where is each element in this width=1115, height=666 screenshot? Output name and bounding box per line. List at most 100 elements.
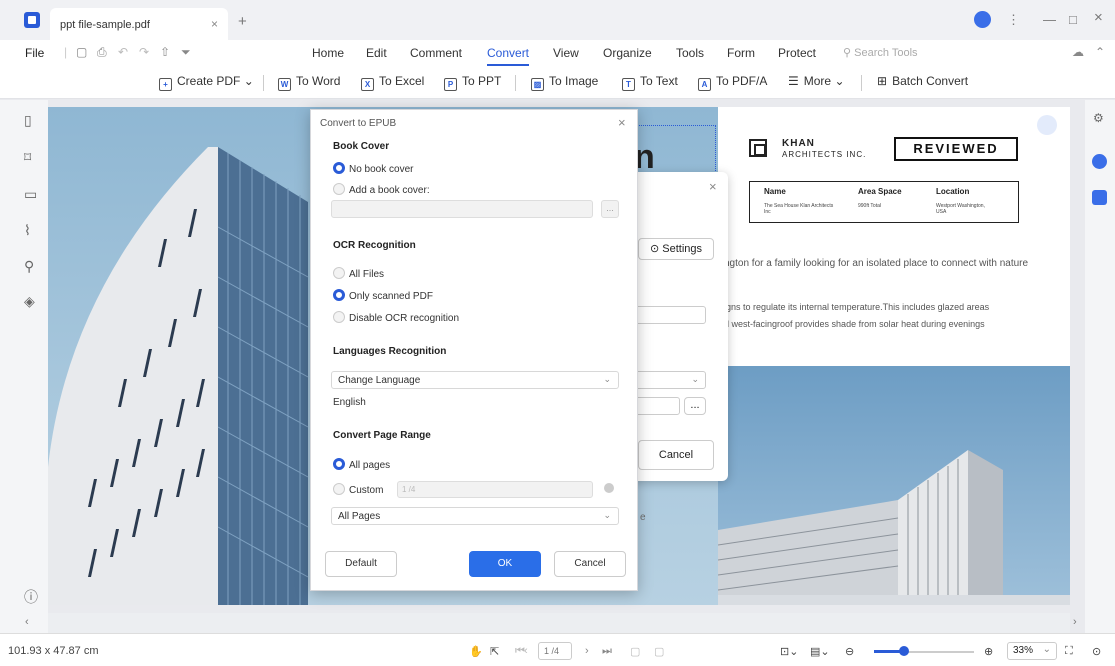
maximize-button[interactable]: □ [1069, 12, 1077, 27]
book-cover-browse-button[interactable]: ... [601, 200, 619, 218]
collapse-ribbon-icon[interactable]: ⌃ [1095, 45, 1105, 59]
cloud-icon[interactable]: ☁ [1072, 45, 1084, 59]
page-thumbnails-icon[interactable]: ▯ [24, 112, 32, 129]
properties-icon[interactable]: ⚙ [1093, 111, 1104, 125]
all-pages-radio[interactable]: All pages [333, 458, 390, 471]
chevron-down-icon: ⌄ [603, 374, 611, 384]
no-book-cover-radio[interactable]: No book cover [333, 162, 413, 175]
search-tools-field[interactable]: ⚲ Search Tools [843, 46, 918, 59]
table-cell: The Sea House Klan Architects Inc [764, 203, 834, 215]
zoom-slider-handle[interactable] [899, 646, 909, 656]
create-pdf-button[interactable]: + Create PDF ⌄ [159, 74, 254, 91]
fullscreen-icon[interactable]: ⛶ [1065, 645, 1073, 658]
print-icon[interactable]: ⎙ [97, 45, 107, 60]
ocr-only-scanned-radio[interactable]: Only scanned PDF [333, 289, 433, 302]
ocr-all-files-radio[interactable]: All Files [333, 267, 384, 280]
minimize-button[interactable]: — [1043, 12, 1056, 27]
single-page-view-icon[interactable]: ▢ [630, 645, 640, 658]
comment-icon[interactable]: ▭ [24, 186, 37, 203]
user-avatar[interactable] [974, 11, 991, 28]
background-browse-button[interactable]: ... [684, 397, 706, 415]
page-range-dropdown[interactable]: All Pages ⌄ [331, 507, 619, 525]
save-icon[interactable]: ▢ [76, 45, 87, 59]
ai-assistant-icon[interactable] [1092, 154, 1107, 169]
fit-page-icon[interactable]: ⊡⌄ [780, 645, 798, 658]
help-icon[interactable]: ⓘ [24, 587, 38, 607]
horizontal-scrollbar[interactable]: ‹ › [25, 613, 1077, 633]
background-cancel-button[interactable]: Cancel [638, 440, 714, 470]
search-icon[interactable]: ⚲ [24, 258, 34, 275]
share-icon[interactable]: ⇧ [160, 45, 170, 59]
page-number-input[interactable]: 1 /4 [538, 642, 572, 660]
undo-icon[interactable]: ↶ [118, 45, 128, 59]
info-table: Name Area Space Location The Sea House K… [749, 181, 1019, 223]
two-page-view-icon[interactable]: ▢ [654, 645, 664, 658]
scroll-left-icon[interactable]: ‹ [25, 616, 29, 628]
redo-icon[interactable]: ↷ [139, 45, 149, 59]
more-options-icon[interactable]: ⋮ [1007, 12, 1020, 28]
zoom-out-icon[interactable]: ⊖ [845, 645, 854, 658]
custom-range-input[interactable]: 1 /4 [397, 481, 593, 498]
khan-logo-subtitle: ARCHITECTS INC. [782, 150, 867, 159]
background-dialog-close-icon[interactable]: × [709, 179, 717, 194]
zoom-in-icon[interactable]: ⊕ [984, 645, 993, 658]
book-cover-heading: Book Cover [333, 141, 390, 152]
next-page-icon[interactable]: › [585, 645, 589, 657]
batch-convert-button[interactable]: ⊞ Batch Convert [877, 74, 968, 88]
close-window-button[interactable]: × [1094, 9, 1103, 26]
menu-organize[interactable]: Organize [603, 46, 652, 60]
more-view-options-icon[interactable]: ⊙ [1092, 645, 1101, 658]
radio-empty-icon [333, 267, 345, 279]
attachment-icon[interactable]: ⌇ [24, 222, 31, 239]
document-tab[interactable]: ppt file-sample.pdf × [50, 8, 228, 40]
custom-range-radio[interactable]: Custom [333, 483, 383, 496]
more-formats-button[interactable]: ☰ More ⌄ [788, 74, 845, 88]
last-page-icon[interactable]: ⏭ [602, 645, 612, 658]
menu-view[interactable]: View [553, 46, 579, 60]
menu-protect[interactable]: Protect [778, 46, 816, 60]
default-button[interactable]: Default [325, 551, 397, 577]
previous-page-icon[interactable]: ‹ [524, 645, 528, 657]
menu-file[interactable]: File [25, 46, 44, 60]
tab-close-icon[interactable]: × [211, 17, 218, 31]
to-image-button[interactable]: ▨ To Image [531, 74, 598, 91]
image-icon: ▨ [531, 78, 544, 91]
menu-edit[interactable]: Edit [366, 46, 387, 60]
ok-button[interactable]: OK [469, 551, 541, 577]
to-excel-button[interactable]: X To Excel [361, 74, 424, 91]
plus-icon: + [159, 78, 172, 91]
language-dropdown[interactable]: Change Language ⌄ [331, 371, 619, 389]
layers-icon[interactable]: ◈ [24, 293, 35, 310]
dialog-close-icon[interactable]: × [618, 115, 626, 130]
ocr-disable-radio[interactable]: Disable OCR recognition [333, 311, 459, 324]
background-dialog: × ⊙ Settings ⌄ ... Cancel [616, 172, 728, 481]
selection-outline [634, 125, 716, 175]
status-bar: 101.93 x 47.87 cm ✋ ⇱ ⏮ ‹ 1 /4 › ⏭ ▢ ▢ ⊡… [0, 633, 1115, 666]
customize-toolbar-icon[interactable]: ⏷ [181, 45, 191, 60]
bookmark-icon[interactable]: ⌑ [24, 149, 31, 166]
menu-tools[interactable]: Tools [676, 46, 704, 60]
settings-button[interactable]: ⊙ Settings [638, 238, 714, 260]
new-tab-button[interactable]: + [238, 13, 247, 30]
document-text-fragment: e [640, 512, 646, 523]
to-text-button[interactable]: T To Text [622, 74, 678, 91]
hand-tool-icon[interactable]: ✋ [469, 645, 483, 658]
to-word-button[interactable]: W To Word [278, 74, 340, 91]
ai-translate-icon[interactable] [1092, 190, 1107, 205]
menu-convert[interactable]: Convert [487, 46, 530, 66]
zoom-level-dropdown[interactable]: 33% ⌄ [1007, 642, 1057, 660]
cancel-button[interactable]: Cancel [554, 551, 626, 577]
menu-comment[interactable]: Comment [410, 46, 462, 60]
to-ppt-button[interactable]: P To PPT [444, 74, 501, 91]
khan-logo-text: KHAN [782, 138, 815, 149]
menu-form[interactable]: Form [727, 46, 755, 60]
convert-floating-icon[interactable] [1037, 115, 1057, 135]
page-layout-icon[interactable]: ▤⌄ [810, 645, 830, 658]
select-tool-icon[interactable]: ⇱ [490, 645, 499, 658]
ppt-icon: P [444, 78, 457, 91]
scroll-right-icon[interactable]: › [1073, 616, 1077, 628]
menu-home[interactable]: Home [312, 46, 344, 60]
book-cover-path-input[interactable] [331, 200, 593, 218]
to-pdfa-button[interactable]: A To PDF/A [698, 74, 767, 91]
add-book-cover-radio[interactable]: Add a book cover: [333, 183, 430, 196]
